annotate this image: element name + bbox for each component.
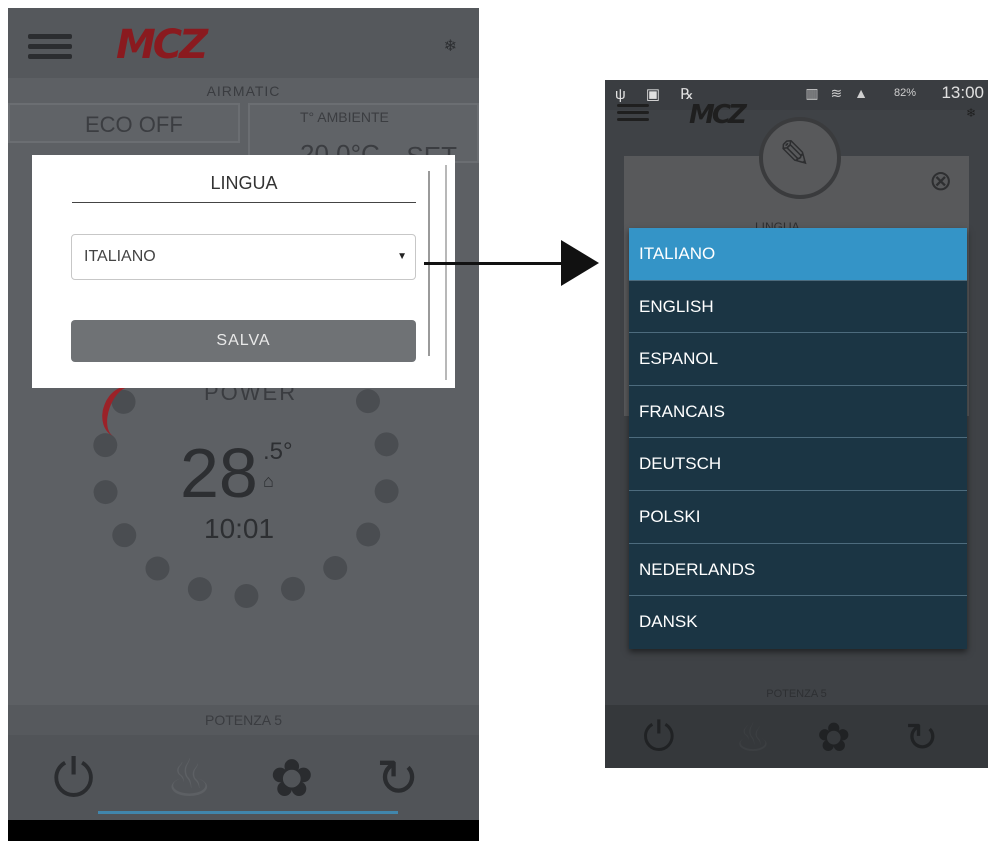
language-option[interactable]: DEUTSCH [629,438,967,491]
mcz-logo: MCZ [689,100,747,130]
bottom-action-bar: ⏻ ♨ ✿ ↻ [8,735,479,820]
top-bar: MCZ ❄ [8,8,479,78]
navigation-bar [8,820,479,841]
temperature-main: 28 [180,434,258,512]
mcz-logo: MCZ [116,22,208,68]
status-time: 13:00 [941,83,984,102]
language-select[interactable]: ITALIANO ▼ [71,234,416,280]
dialog-title: LINGUA [72,173,416,203]
arrow-connector [424,262,564,265]
airmatic-label: AIRMATIC [206,83,281,99]
language-dialog: LINGUA ITALIANO ▼ SALVA [32,155,455,388]
flame-icon[interactable]: ♨ [735,715,771,761]
language-dropdown-list: ITALIANO ENGLISH ESPANOL FRANCAIS DEUTSCH POL… [629,228,967,649]
hamburger-menu-icon[interactable] [28,34,72,59]
potenza-label: POTENZA 5 [766,688,827,700]
dialog-scrollbar-outer[interactable] [445,165,447,380]
language-option[interactable]: ITALIANO [629,228,967,281]
house-icon: ⌂ [263,471,274,491]
eco-status[interactable]: ECO OFF [8,103,240,143]
active-indicator-line [98,811,398,814]
potenza-label: POTENZA 5 [8,705,479,735]
language-option[interactable]: POLSKI [629,491,967,544]
left-phone-screen: MCZ ❄ AIRMATIC ECO OFF T° AMBIENTE 20.0°… [8,8,479,841]
language-option[interactable]: ESPANOL [629,333,967,386]
fan-icon[interactable]: ✿ [817,715,851,761]
refresh-icon[interactable]: ↻ [376,753,420,805]
refresh-icon[interactable]: ↻ [905,715,939,761]
caret-down-icon: ▼ [397,251,407,262]
pencil-icon: ✎ [779,134,811,176]
power-icon[interactable]: ⏻ [643,715,675,760]
hamburger-menu-icon[interactable] [617,104,649,128]
snowflake-icon[interactable]: ❄ [966,106,976,120]
language-option[interactable]: ENGLISH [629,281,967,334]
ambient-temp-panel[interactable]: T° AMBIENTE 20.0°C SET [248,103,479,171]
language-option[interactable]: FRANCAIS [629,386,967,439]
right-phone-screen: ψ ▣ ℞ ▥ ≋ ▲ 82% 13:00 MCZ ❄ ✎ ⊗ LINGUA I… [605,80,988,768]
status-bar: ψ ▣ ℞ ▥ ≋ ▲ 82% 13:00 [605,80,988,110]
close-icon[interactable]: ⊗ [929,164,952,197]
battery-level: 82% [893,87,916,99]
flame-icon[interactable]: ♨ [166,753,213,805]
fan-icon[interactable]: ✿ [270,753,314,805]
language-option[interactable]: DANSK [629,596,967,649]
signal-icons: ▥ ≋ ▲ [805,85,872,101]
bottom-action-bar: ⏻ ♨ ✿ ↻ [605,705,988,768]
snowflake-icon[interactable]: ❄ [444,36,457,56]
power-icon[interactable]: ⏻ [53,753,94,805]
ambient-temp-label: T° AMBIENTE [300,109,389,125]
language-select-value: ITALIANO [84,248,156,265]
arrow-head-icon [561,240,599,286]
clock-time: 10:01 [204,513,275,544]
language-option[interactable]: NEDERLANDS [629,544,967,597]
save-button[interactable]: SALVA [71,320,416,362]
temperature-decimal: .5° [263,438,293,465]
